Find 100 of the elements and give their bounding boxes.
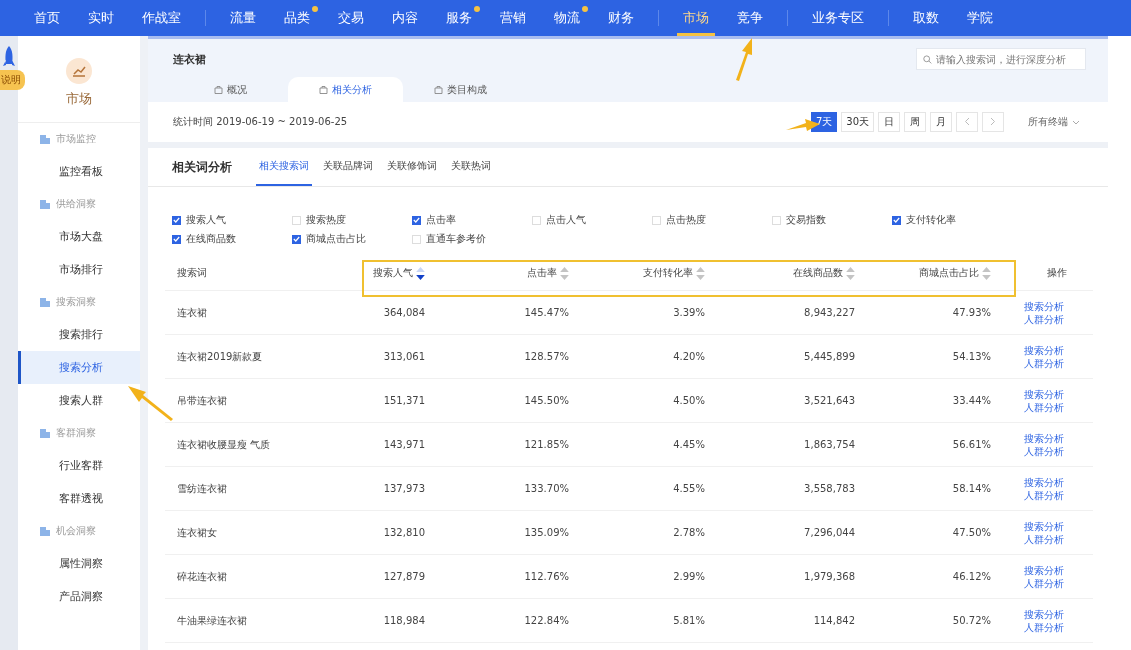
table-cell-text: 连衣裙收腰显瘦 气质 (176, 437, 272, 452)
table-cell-text: 4.20% (672, 351, 705, 362)
table-cell-text: 碎花连衣裙 (176, 569, 228, 584)
analysis-tab[interactable]: 关联修饰词 (384, 148, 440, 186)
column-header: 搜索词 (177, 266, 207, 280)
checkbox[interactable] (172, 215, 181, 225)
page-tab[interactable]: 类目构成 (403, 77, 518, 102)
action-link[interactable]: 搜索分析 (1024, 299, 1093, 313)
nav-tab[interactable]: 物流 (540, 0, 594, 36)
page-tab[interactable]: 概况 (173, 77, 288, 102)
sidebar-group-label: 客群洞察 (56, 426, 96, 440)
help-badge[interactable]: 说明 (0, 70, 25, 90)
building-icon (40, 134, 50, 144)
table-cell-text: 118,984 (382, 615, 425, 626)
checkbox-label: 支付转化率 (906, 213, 956, 227)
table-cell-text: 雪纺连衣裙 (176, 481, 228, 496)
action-link[interactable]: 人群分析 (1024, 576, 1093, 590)
page-tab[interactable]: 相关分析 (288, 77, 403, 102)
table-cell-text: 128.57% (523, 351, 569, 362)
action-link[interactable]: 人群分析 (1024, 400, 1093, 414)
table-cell-text: 364,084 (382, 307, 425, 318)
checkbox[interactable] (172, 234, 181, 244)
period-button[interactable]: 7天 (810, 112, 838, 132)
nav-tab[interactable]: 流量 (216, 0, 270, 36)
search-field[interactable]: 请输入搜索词，进行深度分析 (916, 48, 1086, 70)
table-cell-text: 151,371 (382, 395, 425, 406)
analysis-tab[interactable]: 相关搜索词 (256, 148, 312, 186)
table-cell-text: 145.50% (523, 395, 569, 406)
nav-tab[interactable]: 财务 (594, 0, 648, 36)
period-button[interactable]: 30天 (841, 112, 874, 132)
table-cell-text: 7,296,044 (803, 527, 855, 538)
table-cell-text: 114,842 (812, 615, 855, 626)
sidebar-item[interactable]: 搜索排行 (18, 318, 140, 351)
table-cell-text: 连衣裙女 (176, 525, 218, 540)
table-cell-text: 132,810 (382, 527, 425, 538)
action-link[interactable]: 人群分析 (1024, 444, 1093, 458)
analysis-tab[interactable]: 关联品牌词 (320, 148, 376, 186)
nav-tab[interactable]: 竞争 (723, 0, 777, 36)
action-link[interactable]: 搜索分析 (1024, 607, 1093, 621)
period-button[interactable]: 日 (878, 112, 900, 132)
table-cell-text: 4.45% (672, 439, 705, 450)
sidebar-item[interactable]: 搜索人群 (18, 384, 140, 417)
action-link[interactable]: 人群分析 (1024, 356, 1093, 370)
table-cell-text: 313,061 (382, 351, 425, 362)
sidebar-item[interactable]: 搜索分析 (18, 351, 140, 384)
sidebar-item[interactable]: 监控看板 (18, 155, 140, 188)
nav-tab[interactable]: 学院 (953, 0, 1007, 36)
action-link[interactable]: 人群分析 (1024, 312, 1093, 326)
action-link[interactable]: 搜索分析 (1024, 343, 1093, 357)
nav-tab[interactable]: 实时 (74, 0, 128, 36)
sidebar-group-label: 市场监控 (56, 132, 96, 146)
sort-icon[interactable] (416, 266, 425, 280)
sidebar-item[interactable]: 市场排行 (18, 253, 140, 286)
prev-button[interactable] (956, 112, 978, 132)
action-link[interactable]: 人群分析 (1024, 620, 1093, 634)
building-icon (40, 428, 50, 438)
section-title: 相关词分析 (172, 158, 232, 176)
action-link[interactable]: 搜索分析 (1024, 431, 1093, 445)
column-header: 搜索人气 (373, 266, 413, 280)
analysis-tab[interactable]: 关联热词 (448, 148, 494, 186)
table-cell-text: 46.12% (951, 571, 991, 582)
table-cell-text: 145.47% (523, 307, 569, 318)
action-link[interactable]: 搜索分析 (1024, 519, 1093, 533)
table-cell-text: 5,445,899 (803, 351, 855, 362)
nav-tab[interactable]: 交易 (324, 0, 378, 36)
sidebar-title: 市场 (66, 90, 92, 108)
nav-tab[interactable]: 首页 (20, 0, 74, 36)
checkbox[interactable] (412, 215, 421, 225)
terminal-dropdown[interactable]: 所有终端 (1022, 114, 1086, 130)
next-button[interactable] (982, 112, 1004, 132)
period-button[interactable]: 月 (930, 112, 952, 132)
checkbox[interactable] (892, 215, 901, 225)
nav-tab[interactable]: 营销 (486, 0, 540, 36)
action-link[interactable]: 搜索分析 (1024, 475, 1093, 489)
sidebar-item[interactable]: 客群透视 (18, 482, 140, 515)
sidebar-item[interactable]: 属性洞察 (18, 547, 140, 580)
table-cell-text: 牛油果绿连衣裙 (176, 613, 248, 628)
sidebar-item[interactable]: 行业客群 (18, 449, 140, 482)
action-link[interactable]: 搜索分析 (1024, 563, 1093, 577)
annotation-arrow (128, 386, 173, 421)
table-cell-text: 47.50% (951, 527, 991, 538)
table-cell-text: 1,979,368 (803, 571, 855, 582)
nav-tab[interactable]: 内容 (378, 0, 432, 36)
nav-tab[interactable]: 业务专区 (798, 0, 878, 36)
nav-tab[interactable]: 取数 (899, 0, 953, 36)
checkbox-label: 商城点击占比 (306, 232, 366, 246)
action-link[interactable]: 搜索分析 (1024, 387, 1093, 401)
checkbox[interactable] (292, 234, 301, 244)
nav-tab[interactable]: 市场 (669, 0, 723, 36)
period-button[interactable]: 周 (904, 112, 926, 132)
sidebar-item[interactable]: 产品洞察 (18, 580, 140, 613)
chart-icon (66, 58, 92, 84)
sidebar-item[interactable]: 市场大盘 (18, 220, 140, 253)
table-cell-text: 112.76% (523, 571, 569, 582)
checkbox-label: 点击热度 (666, 213, 706, 227)
nav-tab[interactable]: 品类 (270, 0, 324, 36)
nav-tab[interactable]: 服务 (432, 0, 486, 36)
action-link[interactable]: 人群分析 (1024, 488, 1093, 502)
action-link[interactable]: 人群分析 (1024, 532, 1093, 546)
nav-tab[interactable]: 作战室 (128, 0, 195, 36)
